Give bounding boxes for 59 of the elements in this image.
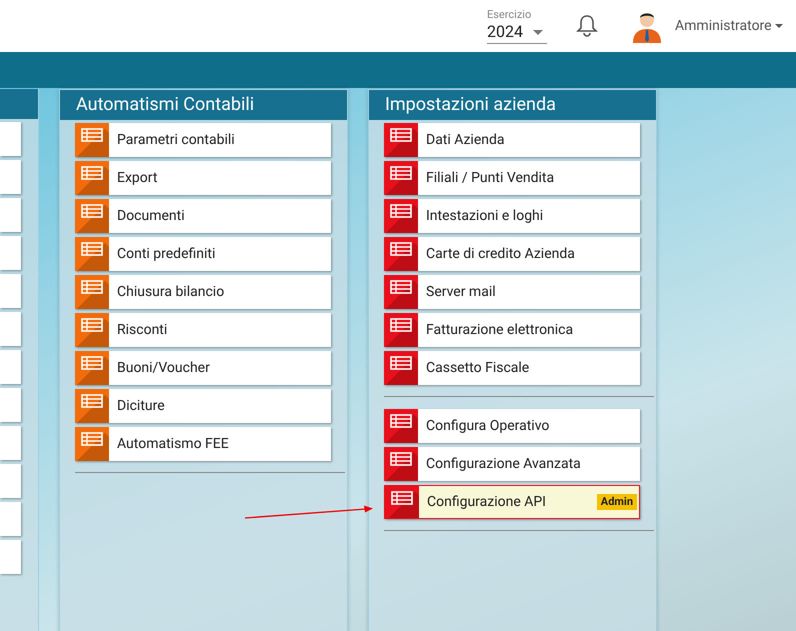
list-icon (81, 318, 103, 332)
menu-item[interactable]: Configurazione API Admin (384, 485, 640, 519)
list-icon (81, 128, 103, 142)
list-icon (81, 280, 103, 294)
caret-icon (532, 30, 543, 34)
menu-item[interactable]: Fatturazione elettronica (384, 313, 640, 347)
list-icon (81, 204, 103, 218)
menu-item[interactable]: Chiusura bilancio (75, 275, 331, 309)
list-icon (390, 414, 412, 428)
menu-item[interactable] (0, 274, 21, 308)
menu-item[interactable]: Export (75, 161, 331, 195)
menu-item[interactable] (0, 236, 21, 270)
menu-item[interactable]: Carte di credito Azienda (384, 237, 640, 271)
list-icon (390, 280, 412, 294)
menu-item[interactable] (0, 540, 21, 574)
menu-item[interactable]: Documenti (75, 199, 331, 233)
menu-item[interactable]: Parametri contabili (75, 123, 331, 157)
user-menu[interactable]: Amministratore (675, 16, 783, 36)
menu-item[interactable]: Configura Operativo (384, 409, 640, 443)
menu-item[interactable] (0, 160, 21, 194)
list-icon (390, 242, 412, 256)
panel-header (0, 89, 38, 119)
list-icon (390, 204, 412, 218)
menu-item[interactable] (0, 122, 21, 156)
list-icon (390, 166, 412, 180)
menu-item[interactable] (0, 312, 21, 346)
menu-item[interactable]: Conti predefiniti (75, 237, 331, 271)
menu-item[interactable]: Risconti (75, 313, 331, 347)
admin-badge: Admin (596, 494, 637, 510)
menu-item[interactable] (0, 502, 21, 536)
list-icon (390, 128, 412, 142)
menu-item[interactable]: Dati Azienda (384, 123, 640, 157)
menu-item[interactable]: Cassetto Fiscale (384, 351, 640, 385)
notification-bell-icon[interactable] (576, 14, 598, 38)
menu-item[interactable]: Buoni/Voucher (75, 351, 331, 385)
menu-item[interactable]: Configurazione Avanzata (384, 447, 640, 481)
menu-item[interactable]: Automatismo FEE (75, 427, 331, 461)
menu-item[interactable]: Server mail (384, 275, 640, 309)
list-icon (81, 432, 103, 446)
menu-item[interactable]: Intestazioni e loghi (384, 199, 640, 233)
list-icon (390, 318, 412, 332)
list-icon (81, 166, 103, 180)
menu-item[interactable] (0, 464, 21, 498)
menu-item[interactable] (0, 350, 21, 384)
menu-item[interactable] (0, 426, 21, 460)
panel-title: Automatismi Contabili (60, 90, 347, 120)
menu-item[interactable]: Diciture (75, 389, 331, 423)
menu-item[interactable] (0, 198, 21, 232)
panel-title: Impostazioni azienda (369, 90, 656, 120)
list-icon (390, 452, 412, 466)
caret-icon (774, 24, 783, 28)
list-icon (391, 491, 413, 505)
list-icon (81, 356, 103, 370)
list-icon (81, 242, 103, 256)
year-selector[interactable]: Esercizio 2024 (487, 8, 547, 44)
menu-item[interactable]: Filiali / Punti Vendita (384, 161, 640, 195)
menu-item[interactable] (0, 388, 21, 422)
list-icon (81, 394, 103, 408)
list-icon (390, 356, 412, 370)
